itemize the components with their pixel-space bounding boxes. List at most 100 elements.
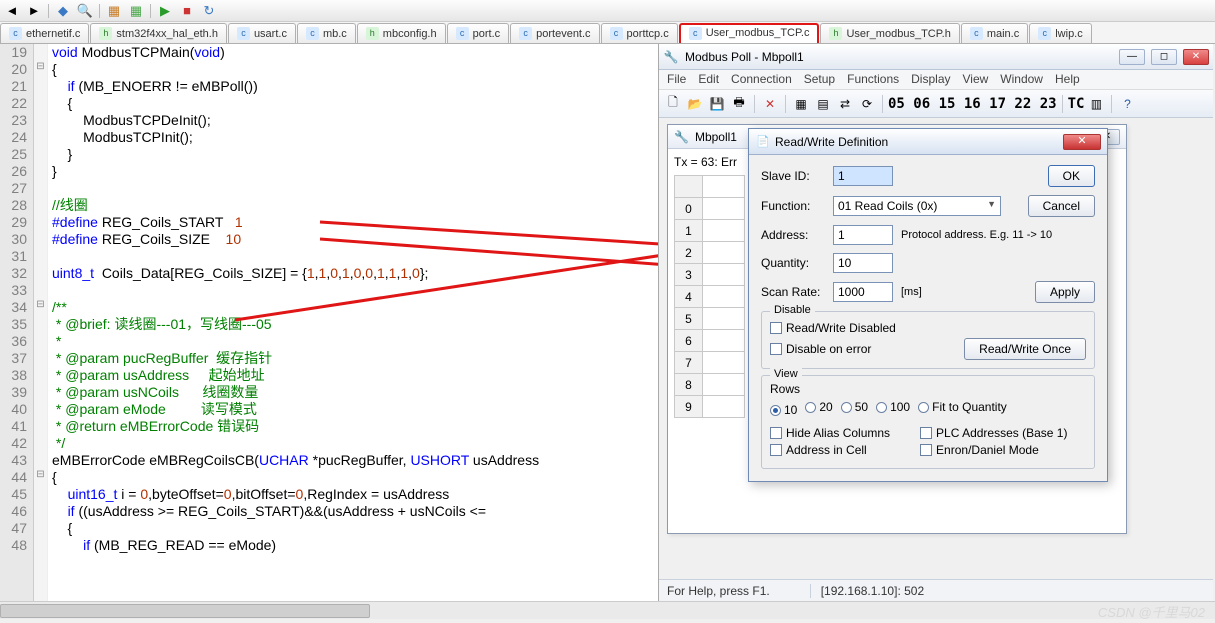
slave-id-input[interactable] bbox=[833, 166, 893, 186]
box1-icon[interactable]: ▦ bbox=[106, 3, 122, 19]
run-icon[interactable]: ▶ bbox=[157, 3, 173, 19]
scroll-thumb[interactable] bbox=[0, 604, 370, 618]
box2-icon[interactable]: ▦ bbox=[128, 3, 144, 19]
tab-label: main.c bbox=[987, 28, 1019, 40]
table-row[interactable]: 7 bbox=[675, 352, 745, 374]
file-icon: h bbox=[829, 27, 842, 40]
menu-item[interactable]: File bbox=[667, 72, 686, 87]
menu-item[interactable]: Functions bbox=[847, 72, 899, 87]
disable-error-check[interactable]: Disable on error bbox=[770, 342, 871, 356]
menu-item[interactable]: Display bbox=[911, 72, 950, 87]
horizontal-scrollbar[interactable] bbox=[0, 601, 1215, 619]
file-tab[interactable]: cmb.c bbox=[297, 23, 356, 43]
scanrate-input[interactable] bbox=[833, 282, 893, 302]
table-row[interactable]: 1 bbox=[675, 220, 745, 242]
menu-item[interactable]: Connection bbox=[731, 72, 792, 87]
hide-alias-check[interactable]: Hide Alias Columns bbox=[770, 426, 890, 440]
file-tab[interactable]: cUser_modbus_TCP.c bbox=[679, 23, 820, 43]
plc-addr-check[interactable]: PLC Addresses (Base 1) bbox=[920, 426, 1067, 440]
file-tab[interactable]: cporttcp.c bbox=[601, 23, 678, 43]
table-row[interactable]: 8 bbox=[675, 374, 745, 396]
table-row[interactable]: 2 bbox=[675, 242, 745, 264]
rows-radio[interactable]: 20 bbox=[805, 400, 832, 414]
file-icon: c bbox=[237, 27, 250, 40]
forward-icon[interactable]: ► bbox=[26, 3, 42, 19]
code-body[interactable]: void ModbusTCPMain(void){ if (MB_ENOERR … bbox=[48, 44, 658, 601]
address-input[interactable] bbox=[833, 225, 893, 245]
rows-radio[interactable]: 10 bbox=[770, 403, 797, 417]
file-tab[interactable]: hstm32f4xx_hal_eth.h bbox=[90, 23, 227, 43]
refresh-icon[interactable]: ↻ bbox=[201, 3, 217, 19]
menu-item[interactable]: Edit bbox=[698, 72, 719, 87]
fold-column[interactable]: ⊟⊟⊟ bbox=[34, 44, 48, 601]
close-button[interactable]: ✕ bbox=[1183, 49, 1209, 65]
quantity-label: Quantity: bbox=[761, 256, 825, 270]
bookmark-icon[interactable]: ◆ bbox=[55, 3, 71, 19]
file-tab[interactable]: cport.c bbox=[447, 23, 510, 43]
connect-icon[interactable]: ⇄ bbox=[835, 94, 855, 114]
new-icon[interactable]: 🗋 bbox=[663, 94, 683, 114]
help-icon[interactable]: ? bbox=[1117, 94, 1137, 114]
rw-once-button[interactable]: Read/Write Once bbox=[964, 338, 1086, 360]
dlg-titlebar[interactable]: 📄 Read/Write Definition ✕ bbox=[749, 129, 1107, 155]
addr-in-cell-check[interactable]: Address in Cell bbox=[770, 443, 890, 457]
mb-data-table[interactable]: 0123456789 bbox=[674, 175, 745, 418]
file-tab[interactable]: cethernetif.c bbox=[0, 23, 89, 43]
stop-icon[interactable]: ■ bbox=[179, 3, 195, 19]
mb-menu[interactable]: File Edit Connection Setup Functions Display V… bbox=[659, 70, 1213, 90]
tab-label: usart.c bbox=[254, 28, 287, 40]
read-write-dialog[interactable]: 📄 Read/Write Definition ✕ Slave ID: OK F… bbox=[748, 128, 1108, 482]
dlg-title-text: Read/Write Definition bbox=[775, 135, 1063, 149]
table-row[interactable]: 0 bbox=[675, 198, 745, 220]
code-editor[interactable]: 1920212223242526272829303132333435363738… bbox=[0, 44, 658, 601]
minimize-button[interactable]: — bbox=[1119, 49, 1145, 65]
open-icon[interactable]: 📂 bbox=[685, 94, 705, 114]
file-tab[interactable]: clwip.c bbox=[1029, 23, 1092, 43]
rows-radio[interactable]: 50 bbox=[841, 400, 868, 414]
menu-item[interactable]: View bbox=[963, 72, 989, 87]
ok-button[interactable]: OK bbox=[1048, 165, 1095, 187]
file-tab[interactable]: c usart.c bbox=[228, 23, 296, 43]
function-codes[interactable]: 05 06 15 16 17 22 23 bbox=[888, 96, 1057, 112]
menu-item[interactable]: Setup bbox=[804, 72, 835, 87]
cancel-button[interactable]: Cancel bbox=[1028, 195, 1095, 217]
tc-label[interactable]: TC bbox=[1068, 96, 1085, 112]
apply-button[interactable]: Apply bbox=[1035, 281, 1095, 303]
save-icon[interactable]: 💾 bbox=[707, 94, 727, 114]
disable-rw-check[interactable]: Read/Write Disabled bbox=[770, 321, 1086, 335]
enron-check[interactable]: Enron/Daniel Mode bbox=[920, 443, 1067, 457]
clear-icon[interactable]: ▤ bbox=[813, 94, 833, 114]
find-icon[interactable]: 🔍 bbox=[77, 3, 93, 19]
table-row[interactable]: 6 bbox=[675, 330, 745, 352]
dlg-close-button[interactable]: ✕ bbox=[1063, 134, 1101, 150]
delete-icon[interactable]: ✕ bbox=[760, 94, 780, 114]
file-tab[interactable]: hmbconfig.h bbox=[357, 23, 446, 43]
file-tab[interactable]: cportevent.c bbox=[510, 23, 599, 43]
rows-radios[interactable]: 10 20 50 100 Fit to Quantity bbox=[770, 400, 1086, 417]
mb-titlebar[interactable]: 🔧 Modbus Poll - Mbpoll1 — ◻ ✕ bbox=[659, 44, 1213, 70]
file-tab[interactable]: hUser_modbus_TCP.h bbox=[820, 23, 959, 43]
disable-group: Disable Read/Write Disabled Disable on e… bbox=[761, 311, 1095, 369]
function-select[interactable] bbox=[833, 196, 1001, 216]
menu-item[interactable]: Window bbox=[1000, 72, 1043, 87]
auto-icon[interactable]: ⟳ bbox=[857, 94, 877, 114]
toolbar-sep bbox=[48, 4, 49, 18]
file-icon: c bbox=[306, 27, 319, 40]
back-icon[interactable]: ◄ bbox=[4, 3, 20, 19]
rows-radio[interactable]: Fit to Quantity bbox=[918, 400, 1007, 414]
grid-icon[interactable]: ▦ bbox=[791, 94, 811, 114]
menu-item[interactable]: Help bbox=[1055, 72, 1080, 87]
table-row[interactable]: 9 bbox=[675, 396, 745, 418]
table-row[interactable]: 4 bbox=[675, 286, 745, 308]
table-row[interactable]: 3 bbox=[675, 264, 745, 286]
print-icon[interactable]: 🖶 bbox=[729, 94, 749, 114]
maximize-button[interactable]: ◻ bbox=[1151, 49, 1177, 65]
file-tab[interactable]: cmain.c bbox=[961, 23, 1028, 43]
address-hint: Protocol address. E.g. 11 -> 10 bbox=[901, 229, 1052, 241]
rows-radio[interactable]: 100 bbox=[876, 400, 910, 414]
bar-icon[interactable]: ▥ bbox=[1086, 94, 1106, 114]
table-row[interactable]: 5 bbox=[675, 308, 745, 330]
dlg-icon: 📄 bbox=[755, 134, 771, 150]
mb-toolbar[interactable]: 🗋 📂 💾 🖶 ✕ ▦ ▤ ⇄ ⟳ 05 06 15 16 17 22 23 T… bbox=[659, 90, 1213, 118]
quantity-input[interactable] bbox=[833, 253, 893, 273]
